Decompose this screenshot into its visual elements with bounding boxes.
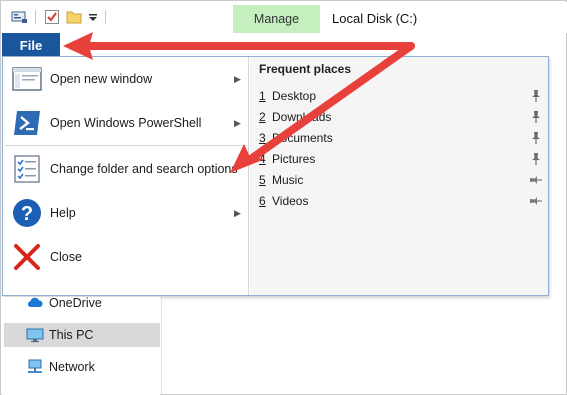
access-key: 2: [259, 109, 266, 124]
menu-item-label: Change folder and search options: [50, 162, 238, 176]
new-folder-icon[interactable]: [66, 9, 82, 25]
nav-item-this-pc[interactable]: This PC: [4, 323, 160, 347]
menu-item-close[interactable]: Close: [3, 235, 249, 279]
menu-item-label: Open new window: [50, 72, 153, 86]
powershell-icon: [14, 111, 40, 135]
pinned-icon[interactable]: [529, 89, 543, 103]
frequent-item-videos[interactable]: 6 Videos: [250, 190, 550, 211]
access-key: 5: [259, 172, 266, 187]
frequent-item-desktop[interactable]: 1 Desktop: [250, 85, 550, 106]
nav-item-label: This PC: [49, 328, 94, 342]
submenu-arrow-icon: ▶: [234, 73, 241, 84]
access-key: 6: [259, 193, 266, 208]
file-menu-commands: Open new window ▶ Open Windows PowerShel…: [3, 57, 249, 295]
nav-item-network[interactable]: Network: [4, 355, 160, 379]
nav-item-label: Network: [49, 360, 95, 374]
frequent-item-label: Documents: [272, 130, 333, 145]
computer-icon: [26, 328, 44, 343]
submenu-arrow-icon: ▶: [234, 117, 241, 128]
access-key: 3: [259, 130, 266, 145]
menu-item-open-new-window[interactable]: Open new window ▶: [3, 57, 249, 101]
menu-item-help[interactable]: ? Help ▶: [3, 191, 249, 235]
access-key: 4: [259, 151, 266, 166]
unpinned-icon[interactable]: [529, 173, 543, 187]
frequent-item-music[interactable]: 5 Music: [250, 169, 550, 190]
menu-item-folder-options[interactable]: Change folder and search options: [3, 147, 249, 191]
new-window-icon: [12, 67, 42, 91]
frequent-item-label: Downloads: [272, 109, 332, 124]
frequent-item-label: Videos: [272, 193, 309, 208]
submenu-arrow-icon: ▶: [234, 207, 241, 218]
frequent-item-label: Desktop: [272, 88, 317, 103]
menu-item-label: Help: [50, 206, 76, 220]
close-icon: [14, 244, 40, 270]
manage-tab[interactable]: Manage: [233, 5, 320, 33]
toolbar-separator: [35, 10, 36, 24]
folder-options-icon: [14, 155, 40, 183]
pinned-icon[interactable]: [529, 110, 543, 124]
checkmark-icon[interactable]: [44, 9, 60, 25]
customize-qat-icon[interactable]: [88, 9, 98, 25]
help-icon: ?: [13, 199, 41, 227]
unpinned-icon[interactable]: [529, 194, 543, 208]
network-icon: [28, 359, 42, 373]
navigation-pane: OneDrive This PC Network: [2, 296, 160, 395]
title-bar: Manage Local Disk (C:): [2, 2, 567, 33]
explorer-window: Manage Local Disk (C:) File Open new win…: [0, 0, 567, 395]
file-menu: Open new window ▶ Open Windows PowerShel…: [2, 56, 549, 296]
file-tab[interactable]: File: [2, 33, 60, 57]
toolbar-separator: [105, 10, 106, 24]
cloud-icon: [27, 297, 43, 307]
window-title: Local Disk (C:): [332, 11, 418, 26]
menu-item-label: Close: [50, 250, 82, 264]
frequent-item-documents[interactable]: 3 Documents: [250, 127, 550, 148]
properties-icon[interactable]: [11, 9, 29, 25]
frequent-item-downloads[interactable]: 2 Downloads: [250, 106, 550, 127]
nav-item-label: OneDrive: [49, 296, 102, 310]
svg-text:?: ?: [21, 203, 33, 225]
menu-item-open-powershell[interactable]: Open Windows PowerShell ▶: [3, 101, 249, 145]
nav-item-onedrive[interactable]: OneDrive: [4, 291, 160, 315]
pinned-icon[interactable]: [529, 131, 543, 145]
pinned-icon[interactable]: [529, 152, 543, 166]
frequent-item-label: Music: [272, 172, 304, 187]
menu-item-label: Open Windows PowerShell: [50, 116, 202, 130]
menu-divider: [5, 145, 247, 146]
frequent-item-pictures[interactable]: 4 Pictures: [250, 148, 550, 169]
access-key: 1: [259, 88, 266, 103]
frequent-places-panel: Frequent places 1 Desktop 2 Downloads 3 …: [250, 57, 548, 295]
frequent-item-label: Pictures: [272, 151, 316, 166]
pane-divider: [161, 297, 162, 395]
frequent-places-heading: Frequent places: [259, 62, 352, 76]
